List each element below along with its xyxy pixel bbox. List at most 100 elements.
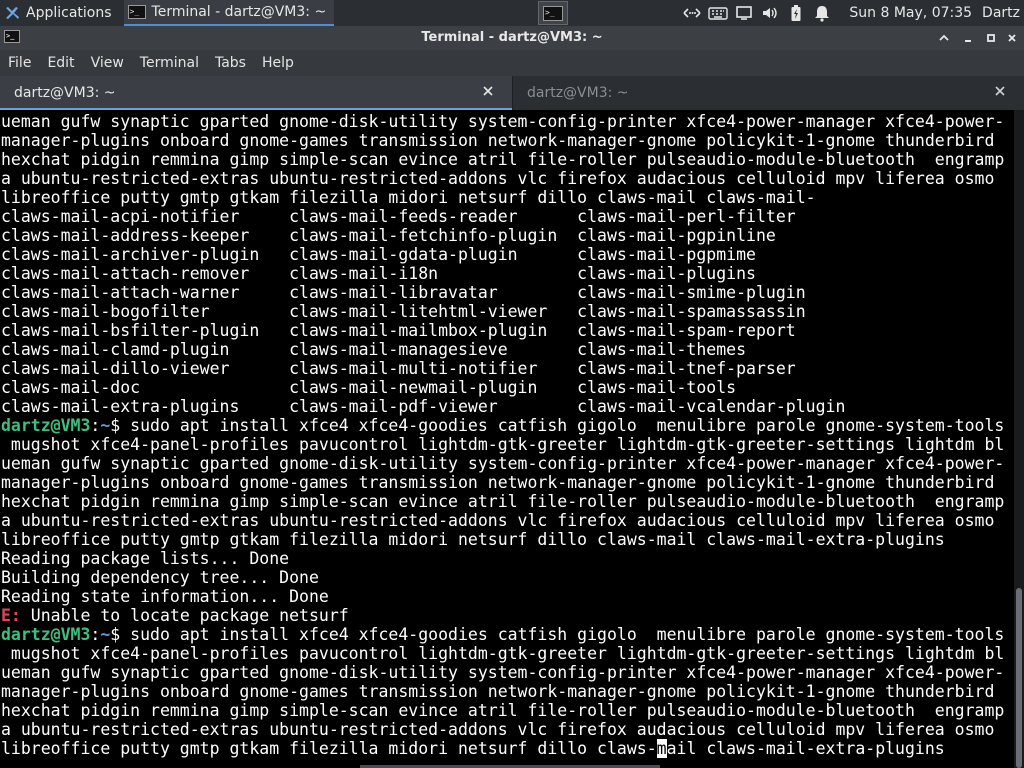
prompt-colon: : [90, 625, 101, 644]
prompt-path: ~ [100, 625, 111, 644]
panel-clock[interactable]: Sun 8 May, 07:35 [849, 5, 972, 21]
terminal-line: mugshot xfce4-panel-profiles pavucontrol… [0, 644, 1014, 663]
tab-bar: dartz@VM3: ~ dartz@VM3: ~ [0, 76, 1024, 110]
top-panel: Applications >_ Terminal - dartz@VM3: ~ … [0, 0, 1024, 26]
terminal-line: libreoffice putty gmtp gtkam filezilla m… [0, 530, 1014, 549]
terminal-line: libreoffice putty gmtp gtkam filezilla m… [0, 188, 1014, 207]
terminal-line: claws-mail-attach-warner claws-mail-libr… [0, 283, 1014, 302]
taskbar-terminal-label: Terminal - dartz@VM3: ~ [151, 4, 327, 20]
workspace-switcher[interactable]: >_ [538, 1, 568, 25]
terminal-line: claws-mail-bsfilter-plugin claws-mail-ma… [0, 321, 1014, 340]
volume-icon[interactable] [760, 3, 780, 23]
terminal-line-text: $ sudo apt install xfce4 xfce4-goodies c… [110, 416, 1005, 435]
applications-label: Applications [26, 5, 112, 21]
prompt-colon: : [90, 416, 101, 435]
window-title: Terminal - dartz@VM3: ~ [421, 30, 603, 45]
menu-terminal[interactable]: Terminal [132, 50, 207, 76]
window-titlebar[interactable]: >_ Terminal - dartz@VM3: ~ [0, 26, 1024, 50]
menu-view[interactable]: View [83, 50, 132, 76]
terminal-line-text: a ubuntu-restricted-extras ubuntu-restri… [1, 169, 995, 188]
terminal-line: manager-plugins onboard gnome-games tran… [0, 473, 1014, 492]
terminal-line-text: claws-mail-dillo-viewer claws-mail-multi… [1, 359, 796, 378]
tab-terminal-1[interactable]: dartz@VM3: ~ [0, 76, 512, 110]
tab-terminal-2[interactable]: dartz@VM3: ~ [512, 76, 1024, 110]
terminal-line-text: ueman gufw synaptic gparted gnome-disk-u… [1, 112, 1005, 131]
error-tag: E: [1, 606, 21, 625]
xfce-logo-icon [6, 7, 19, 19]
terminal-line: claws-mail-dillo-viewer claws-mail-multi… [0, 359, 1014, 378]
terminal-line-text: hexchat pidgin remmina gimp simple-scan … [1, 492, 1005, 511]
terminal-line: hexchat pidgin remmina gimp simple-scan … [0, 701, 1014, 720]
terminal-line-text: hexchat pidgin remmina gimp simple-scan … [1, 701, 1005, 720]
terminal-line: claws-mail-extra-plugins claws-mail-pdf-… [0, 397, 1014, 416]
terminal-line: dartz@VM3:~$ sudo apt install xfce4 xfce… [0, 416, 1014, 435]
terminal-scrollbar[interactable] [1014, 110, 1024, 768]
minimize-button-icon[interactable] [958, 28, 978, 48]
menu-tabs[interactable]: Tabs [207, 50, 254, 76]
applications-menu-button[interactable]: Applications [0, 0, 118, 26]
notification-bell-icon[interactable] [812, 3, 832, 23]
terminal-line-text: libreoffice putty gmtp gtkam filezilla m… [1, 530, 945, 549]
terminal-line-text: claws-mail-doc claws-mail-newmail-plugin… [1, 378, 737, 397]
terminal-line-text: claws-mail-bsfilter-plugin claws-mail-ma… [1, 321, 796, 340]
text-cursor: m [656, 739, 667, 758]
battery-icon[interactable] [786, 3, 806, 23]
system-tray: Sun 8 May, 07:35 Dartz [679, 0, 1024, 26]
terminal-line: claws-mail-bogofilter claws-mail-litehtm… [0, 302, 1014, 321]
terminal-line: Reading package lists... Done [0, 549, 1014, 568]
prompt-user: dartz@VM3 [1, 416, 91, 435]
terminal-line: mugshot xfce4-panel-profiles pavucontrol… [0, 435, 1014, 454]
terminal-line-text: claws-mail-bogofilter claws-mail-litehtm… [1, 302, 806, 321]
terminal-line-text: Building dependency tree... Done [1, 568, 319, 587]
panel-user-menu[interactable]: Dartz [982, 5, 1020, 21]
terminal-line: ueman gufw synaptic gparted gnome-disk-u… [0, 112, 1014, 131]
terminal-line-text: Reading state information... Done [1, 587, 329, 606]
terminal-line-text: libreoffice putty gmtp gtkam filezilla m… [1, 739, 657, 758]
tab-close-icon[interactable] [480, 84, 496, 100]
maximize-icon[interactable] [981, 28, 1001, 48]
menu-bar: File Edit View Terminal Tabs Help [0, 50, 1024, 76]
terminal-line-text: claws-mail-acpi-notifier claws-mail-feed… [1, 207, 796, 226]
terminal-line-text: ueman gufw synaptic gparted gnome-disk-u… [1, 663, 1005, 682]
terminal-line-text: $ sudo apt install xfce4 xfce4-goodies c… [110, 625, 1005, 644]
minimize-icon[interactable] [934, 28, 954, 48]
taskbar-terminal-button[interactable]: >_ Terminal - dartz@VM3: ~ [123, 0, 335, 26]
keyboard-icon[interactable] [708, 3, 729, 23]
terminal-line-text: mugshot xfce4-panel-profiles pavucontrol… [1, 644, 1005, 663]
network-icon[interactable] [682, 3, 702, 23]
scrollbar-thumb[interactable] [1016, 588, 1022, 768]
terminal-line-text: claws-mail-clamd-plugin claws-mail-manag… [1, 340, 747, 359]
terminal-line: ueman gufw synaptic gparted gnome-disk-u… [0, 663, 1014, 682]
terminal-line: dartz@VM3:~$ sudo apt install xfce4 xfce… [0, 625, 1014, 644]
close-icon[interactable] [1002, 28, 1022, 48]
menu-file[interactable]: File [0, 50, 39, 76]
terminal-line: claws-mail-address-keeper claws-mail-fet… [0, 226, 1014, 245]
menu-edit[interactable]: Edit [39, 50, 82, 76]
tab-label: dartz@VM3: ~ [527, 85, 629, 101]
terminal-line-text: a ubuntu-restricted-extras ubuntu-restri… [1, 511, 995, 530]
terminal-line: manager-plugins onboard gnome-games tran… [0, 682, 1014, 701]
terminal-line-text: manager-plugins onboard gnome-games tran… [1, 682, 995, 701]
terminal-line: libreoffice putty gmtp gtkam filezilla m… [0, 739, 1014, 758]
terminal-line: claws-mail-clamd-plugin claws-mail-manag… [0, 340, 1014, 359]
terminal-line-text: ail claws-mail-extra-plugins [666, 739, 945, 758]
display-icon[interactable] [734, 3, 754, 23]
terminal-line: ueman gufw synaptic gparted gnome-disk-u… [0, 454, 1014, 473]
terminal-line: E: Unable to locate package netsurf [0, 606, 1014, 625]
terminal-output[interactable]: ueman gufw synaptic gparted gnome-disk-u… [0, 110, 1014, 768]
terminal-line-text: manager-plugins onboard gnome-games tran… [1, 473, 995, 492]
terminal-line: hexchat pidgin remmina gimp simple-scan … [0, 492, 1014, 511]
prompt-path: ~ [100, 416, 111, 435]
menu-help[interactable]: Help [254, 50, 302, 76]
terminal-line: Building dependency tree... Done [0, 568, 1014, 587]
terminal-line-text: libreoffice putty gmtp gtkam filezilla m… [1, 188, 816, 207]
terminal-line: hexchat pidgin remmina gimp simple-scan … [0, 150, 1014, 169]
tab-close-icon[interactable] [992, 84, 1008, 100]
terminal-line-text: Unable to locate package netsurf [20, 606, 349, 625]
tab-label: dartz@VM3: ~ [14, 85, 116, 101]
terminal-line-text: claws-mail-attach-remover claws-mail-i18… [1, 264, 756, 283]
terminal-line: Reading state information... Done [0, 587, 1014, 606]
terminal-line-text: Reading package lists... Done [1, 549, 290, 568]
terminal-line: a ubuntu-restricted-extras ubuntu-restri… [0, 720, 1014, 739]
terminal-line: a ubuntu-restricted-extras ubuntu-restri… [0, 169, 1014, 188]
